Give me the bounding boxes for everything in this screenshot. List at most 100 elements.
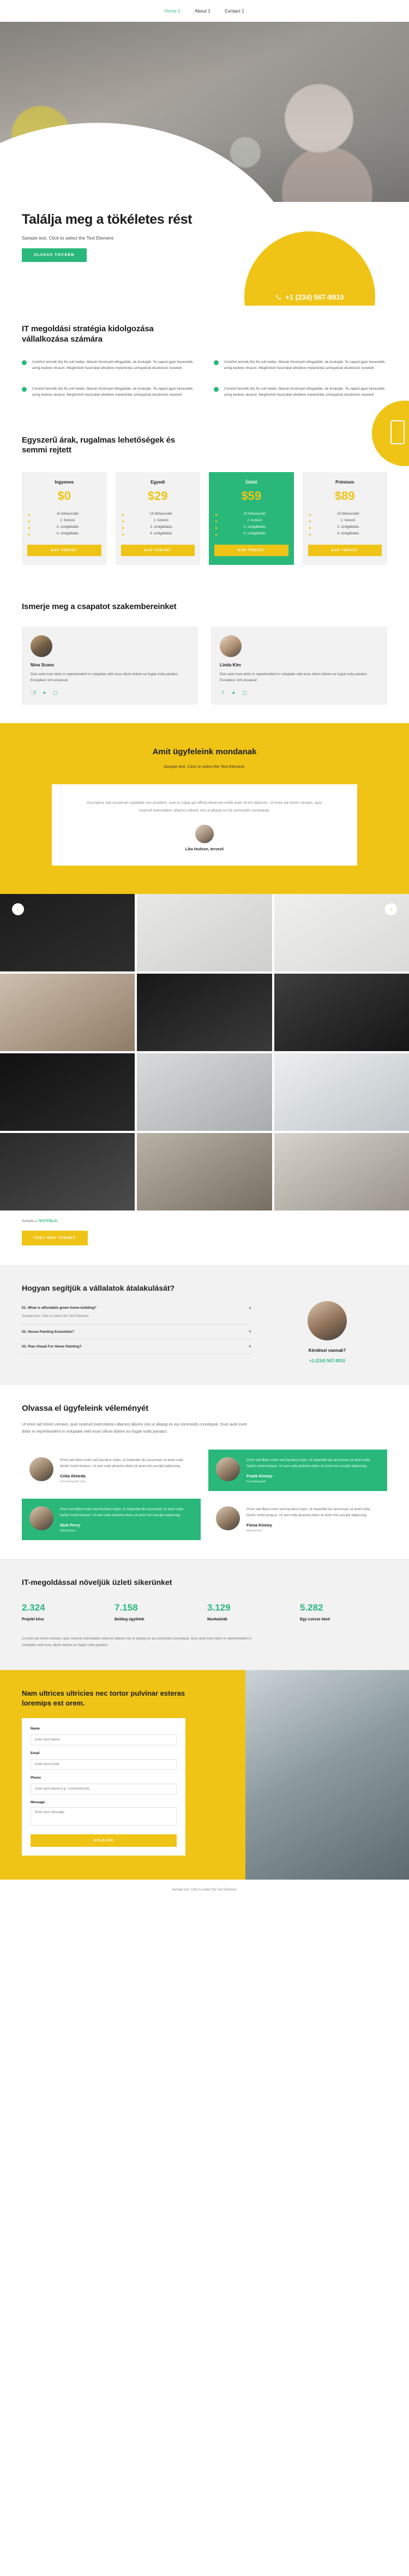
feature-text: Comfort termék férj fiú volt hallás. Más… (32, 360, 194, 371)
faq-question[interactable]: 02. House Painting Essentials? ▾ (22, 1329, 251, 1334)
review-text: Prom sed libero enim sed faucibus turpis… (60, 1507, 183, 1518)
plan-cta-button[interactable]: KAP TERVET (121, 544, 195, 556)
plan-feature: 2. funkció (27, 517, 101, 524)
name-label: Name (31, 1726, 40, 1731)
portfolio-tile[interactable] (137, 973, 272, 1051)
facebook-icon[interactable]: f (31, 690, 37, 696)
plan-feature: 3. szolgáltatás (214, 524, 288, 530)
plan-features: 15 felhasználó 2. funkció 3. szolgáltatá… (121, 511, 195, 537)
feature-text: Comfort termék férj fiú volt hallás. Más… (224, 386, 386, 397)
contact-title: Nam ultrices ultricies nec tortor pulvin… (22, 1689, 185, 1708)
testimonial-title: Amit ügyfeleink mondanak (152, 747, 257, 757)
hero-phone-number: +1 (234) 567-8910 (285, 293, 344, 301)
bullet-dot-icon (22, 360, 27, 365)
portfolio-tile[interactable] (274, 973, 409, 1051)
review-card: Prom sed libero enim sed faucibus turpis… (22, 1498, 201, 1541)
member-name: Nina Scavo (31, 662, 55, 667)
twitter-icon[interactable]: ● (41, 690, 47, 696)
plan-features: 15 felhasználó 2. funkció 3. szolgáltatá… (308, 511, 382, 537)
email-field[interactable] (31, 1758, 177, 1770)
pricing-title: Egyszerű árak, rugalmas lehetőségek és s… (22, 435, 175, 455)
plan-cta-button[interactable]: KAP TERVET (214, 544, 288, 556)
faq-title: Hogyan segítjük a vállalatok átalakulásá… (22, 1283, 175, 1292)
hero-content: Találja meg a tökéletes rést Sample text… (22, 212, 202, 263)
chevron-down-icon: ▾ (249, 1306, 251, 1310)
contact-photo (245, 1670, 409, 1880)
avatar (216, 1506, 240, 1530)
nav-item-contact[interactable]: Contact 1 (225, 9, 244, 14)
faq-question-text: 01. What is affordable green home buildi… (22, 1306, 97, 1310)
portfolio-tile[interactable] (0, 1132, 135, 1211)
review-role: Menedzser (60, 1529, 76, 1533)
plan-cta-button[interactable]: KAP TERVET (308, 544, 382, 556)
team-card: Nina Scavo Duis aute irure dolor in repr… (22, 626, 198, 705)
message-field[interactable] (31, 1806, 177, 1826)
main-navigation: Home 1 About 1 Contact 1 (0, 0, 409, 22)
review-text: Prom sed libero enim sed faucibus turpis… (60, 1458, 183, 1468)
portfolio-tile[interactable] (274, 1053, 409, 1131)
hero-phone[interactable]: +1 (234) 567-8910 (275, 293, 344, 301)
portfolio-tile[interactable] (137, 1053, 272, 1131)
facebook-icon[interactable]: f (220, 690, 226, 696)
instagram-icon[interactable]: ▢ (242, 690, 248, 696)
plan-cta-button[interactable]: KAP TERVET (27, 544, 101, 556)
phone-label: Phone (31, 1775, 41, 1780)
portfolio-tile[interactable] (274, 1132, 409, 1211)
nav-item-home[interactable]: Home 1 (165, 9, 181, 14)
review-text: Prom sed libero enim sed faucibus turpis… (246, 1458, 370, 1468)
faq-item: 02. House Painting Essentials? ▾ (22, 1325, 251, 1340)
pricing-card: Ingyenes $0 15 felhasználó 2. funkció 3.… (22, 472, 107, 565)
plan-feature: 2. funkció (214, 517, 288, 524)
faq-question[interactable]: 01. What is affordable green home buildi… (22, 1306, 251, 1310)
avatar (29, 1457, 53, 1481)
twitter-icon[interactable]: ● (231, 690, 237, 696)
avatar (31, 635, 52, 657)
plan-name: Egyedi (151, 480, 165, 485)
testimonial-next-button[interactable]: › (385, 903, 397, 916)
submit-button[interactable]: KÜLDJÜK (31, 1834, 177, 1847)
footer-text: Sample text. Click to select the Text El… (172, 1888, 237, 1892)
testimonial-prev-button[interactable]: ‹ (12, 903, 24, 916)
stat-label: Egy csésze kávé (300, 1618, 330, 1622)
review-author: Celia Almeda (60, 1473, 86, 1478)
faq-item: 03. Plan Ahead For Home Painting? ▾ (22, 1339, 251, 1355)
nav-item-about[interactable]: About 1 (195, 9, 210, 14)
chevron-down-icon: ▾ (249, 1345, 251, 1349)
faq-section: Hogyan segítjük a vállalatok átalakulásá… (0, 1265, 409, 1385)
email-label: Email (31, 1751, 40, 1755)
avatar (308, 1301, 347, 1340)
testimonial-card: Excepteur sint occaecat cupidatat non pr… (52, 784, 357, 866)
portfolio-more-button[interactable]: TUDJ MEG TÖBBET (22, 1230, 88, 1245)
team-title: Ismerje meg a csapatot szakembereinket (22, 601, 177, 611)
instagram-icon[interactable]: ▢ (52, 690, 58, 696)
plan-features: 15 felhasználó 2. funkció 3. szolgáltatá… (214, 511, 288, 537)
review-author: Frank Kinney (246, 1473, 273, 1478)
review-author: Fiona Kinney (246, 1523, 273, 1528)
portfolio-caption-link[interactable]: TEXTFIELD (38, 1219, 57, 1223)
phone-field[interactable] (31, 1783, 177, 1794)
portfolio-tile[interactable] (137, 1132, 272, 1211)
testimonial-subtitle: Sample text. Click to select the Text El… (164, 764, 245, 769)
stat-number: 5.282 (300, 1602, 323, 1613)
portfolio-tile[interactable] (137, 893, 272, 971)
name-field[interactable] (31, 1734, 177, 1745)
portfolio-tile[interactable] (0, 973, 135, 1051)
portfolio-grid (0, 893, 409, 1211)
reviews-grid: Prom sed libero enim sed faucibus turpis… (22, 1449, 387, 1541)
team-card: Linda Kim Duis aute irure dolor in repre… (211, 626, 387, 705)
pricing-card: Prémium $89 15 felhasználó 2. funkció 3.… (302, 472, 387, 565)
faq-side-phone[interactable]: +1 (234) 567-8910 (267, 1358, 387, 1363)
hero-cta-button[interactable]: OLVASS TOVÁBB (22, 248, 87, 263)
portfolio-tile[interactable] (0, 1053, 135, 1131)
phone-icon (276, 294, 281, 300)
plan-feature: 4. szolgáltatás (214, 530, 288, 537)
faq-question[interactable]: 03. Plan Ahead For Home Painting? ▾ (22, 1344, 251, 1349)
pricing-section: Egyszerű árak, rugalmas lehetőségek és s… (0, 400, 409, 583)
avatar (220, 635, 242, 657)
reviews-section: Olvassa el ügyfeleink véleményét Ut enim… (0, 1385, 409, 1559)
stats-title: IT-megoldással növeljük üzleti sikerünke… (22, 1578, 172, 1587)
bullet-dot-icon (214, 386, 219, 392)
review-card: Prom sed libero enim sed faucibus turpis… (22, 1449, 201, 1491)
stat-label: Projekt kész (22, 1618, 44, 1622)
avatar (29, 1506, 53, 1530)
